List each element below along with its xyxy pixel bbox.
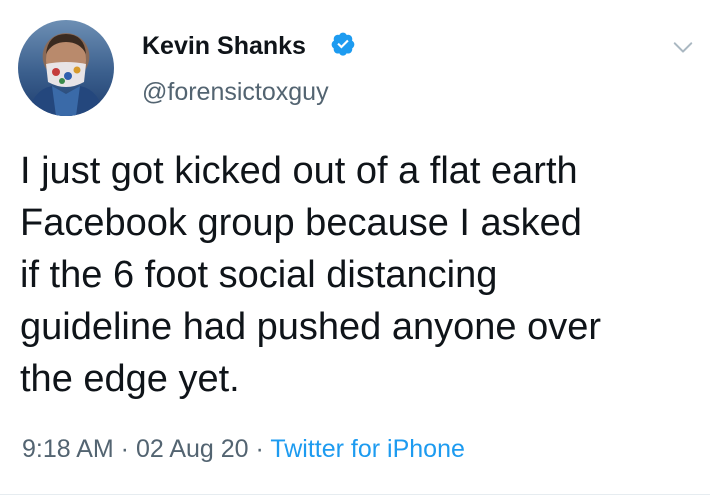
tweet-text-line: I just got kicked out of a flat earth bbox=[20, 150, 578, 192]
tweet-text-line: Facebook group because I asked bbox=[20, 202, 582, 244]
tweet-card: Kevin Shanks @forensictoxguy I just got … bbox=[0, 0, 710, 504]
tweet-text-line: if the 6 foot social distancing bbox=[20, 254, 498, 296]
avatar[interactable] bbox=[18, 20, 114, 116]
divider bbox=[0, 494, 710, 495]
tweet-date[interactable]: 02 Aug 20 bbox=[136, 435, 249, 463]
tweet-metadata: 9:18 AM · 02 Aug 20 · Twitter for iPhone bbox=[22, 435, 465, 464]
tweet-text-line: the edge yet. bbox=[20, 358, 240, 400]
tweet-source-link[interactable]: Twitter for iPhone bbox=[270, 435, 465, 463]
chevron-down-icon[interactable] bbox=[672, 36, 694, 58]
meta-separator: · bbox=[248, 435, 271, 463]
author-name[interactable]: Kevin Shanks bbox=[142, 32, 306, 61]
tweet-text: I just got kicked out of a flat earth Fa… bbox=[20, 145, 700, 405]
tweet-time[interactable]: 9:18 AM bbox=[22, 435, 114, 463]
author-handle[interactable]: @forensictoxguy bbox=[142, 78, 329, 107]
meta-separator: · bbox=[113, 435, 136, 463]
tweet-text-line: guideline had pushed anyone over bbox=[20, 306, 602, 348]
verified-badge-icon bbox=[331, 32, 355, 56]
avatar-image bbox=[28, 34, 104, 116]
